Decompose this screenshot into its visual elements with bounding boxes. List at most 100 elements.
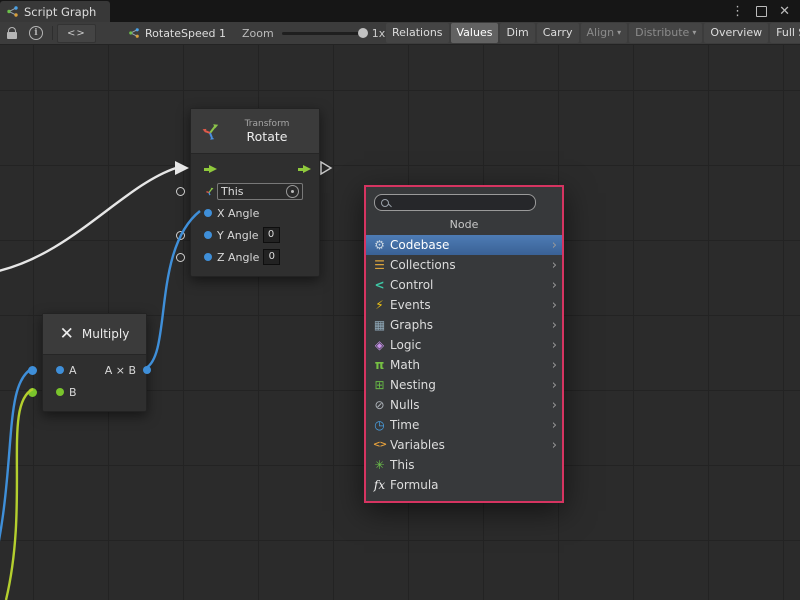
lightning-icon: ⚡ [372, 299, 387, 311]
chevron-down-icon: ▾ [617, 23, 621, 43]
chevron-right-icon: › [552, 439, 557, 452]
finder-item-logic[interactable]: ◈ Logic › [366, 335, 562, 355]
lock-icon [7, 32, 17, 39]
toolbar-buttons: Relations Values Dim Carry Align ▾ Distr… [386, 23, 800, 43]
value-wire-into-b [6, 389, 33, 600]
port-type-dot [56, 388, 64, 396]
finder-item-variables[interactable]: <> Variables › [366, 435, 562, 455]
node-multiply[interactable]: ✕ Multiply A A × B B [42, 313, 147, 412]
finder-item-this[interactable]: ✳ This [366, 455, 562, 475]
finder-item-events[interactable]: ⚡ Events › [366, 295, 562, 315]
flow-output-port[interactable] [298, 165, 311, 173]
chevron-right-icon: › [552, 299, 557, 312]
finder-header: Node [366, 213, 562, 235]
info-button[interactable]: i [24, 22, 48, 44]
graph-breadcrumb[interactable]: RotateSpeed 1 [128, 22, 226, 44]
finder-item-formula[interactable]: fx Formula [366, 475, 562, 495]
z-angle-port-row: Z Angle 0 [191, 246, 319, 268]
chevron-right-icon: › [552, 279, 557, 292]
this-field-value: This [221, 185, 243, 198]
search-field[interactable] [374, 194, 536, 211]
node-title-block: Transform Rotate [227, 119, 319, 144]
more-menu-icon[interactable]: ⋮ [731, 5, 744, 18]
fx-icon: fx [372, 479, 387, 491]
object-picker-icon[interactable] [286, 185, 299, 198]
flow-arrowhead-icon [175, 161, 189, 175]
node-body: A A × B B [43, 355, 146, 411]
input-b-row: B [43, 381, 146, 403]
list-icon: ☰ [372, 259, 387, 271]
node-transform-rotate[interactable]: Transform Rotate [190, 108, 320, 277]
star-icon: ✳ [372, 459, 387, 471]
chevron-right-icon: › [552, 359, 557, 372]
port-label: X Angle [217, 207, 259, 220]
this-port-row: This [191, 180, 319, 202]
y-angle-port-row: Y Angle 0 [191, 224, 319, 246]
chevron-right-icon: › [552, 319, 557, 332]
y-angle-value-field[interactable]: 0 [263, 227, 280, 243]
zoom-slider[interactable] [282, 32, 364, 35]
values-button[interactable]: Values [451, 23, 499, 43]
port-type-dot [204, 231, 212, 239]
zoom-slider-knob[interactable] [358, 28, 368, 38]
this-input-port[interactable] [176, 187, 185, 196]
tab-script-graph[interactable]: Script Graph [0, 1, 110, 22]
brackets-icon: <> [372, 441, 387, 450]
product-output-port[interactable] [143, 366, 151, 374]
finder-item-collections[interactable]: ☰ Collections › [366, 255, 562, 275]
z-angle-value-field[interactable]: 0 [263, 249, 280, 265]
b-input-port[interactable] [28, 388, 37, 397]
flow-port-row [191, 158, 319, 180]
node-header: Transform Rotate [191, 109, 319, 154]
graph-toolbar: i <> RotateSpeed 1 Zoom 1x Relations Val… [0, 22, 800, 45]
zoom-value: 1x [372, 27, 386, 40]
chevron-right-icon: › [552, 339, 557, 352]
script-graph-icon [6, 5, 19, 18]
finder-item-codebase[interactable]: ⚙ Codebase › [366, 235, 562, 255]
tab-title: Script Graph [24, 5, 96, 19]
maximize-icon[interactable] [756, 6, 767, 17]
lock-button[interactable] [0, 22, 24, 44]
finder-item-control[interactable]: < Control › [366, 275, 562, 295]
flow-continue-icon [321, 162, 331, 174]
node-title: Multiply [82, 327, 129, 341]
dim-button[interactable]: Dim [500, 23, 534, 43]
align-dropdown[interactable]: Align ▾ [581, 23, 628, 43]
distribute-dropdown[interactable]: Distribute ▾ [629, 23, 702, 43]
carry-button[interactable]: Carry [537, 23, 579, 43]
value-wire-into-a [0, 368, 33, 589]
finder-item-nesting[interactable]: ⊞ Nesting › [366, 375, 562, 395]
edit-source-button[interactable]: <> [57, 24, 96, 43]
null-icon: ⊘ [372, 399, 387, 411]
port-label: Y Angle [217, 229, 259, 242]
a-input-port[interactable] [28, 366, 37, 375]
finder-item-math[interactable]: π Math › [366, 355, 562, 375]
node-category: Transform [227, 119, 307, 129]
flow-wire [0, 168, 176, 272]
node-header: ✕ Multiply [43, 314, 146, 355]
close-icon[interactable]: ✕ [779, 5, 790, 18]
this-object-field[interactable]: This [217, 183, 303, 200]
port-label: B [69, 386, 77, 399]
chevron-right-icon: › [552, 399, 557, 412]
fullscreen-button[interactable]: Full Screen [770, 23, 800, 43]
finder-item-time[interactable]: ◷ Time › [366, 415, 562, 435]
node-search-input[interactable] [394, 195, 529, 210]
relations-button[interactable]: Relations [386, 23, 449, 43]
finder-item-nulls[interactable]: ⊘ Nulls › [366, 395, 562, 415]
port-label: A [69, 364, 77, 377]
finder-item-graphs[interactable]: ▦ Graphs › [366, 315, 562, 335]
y-angle-input-port[interactable] [176, 231, 185, 240]
info-icon: i [29, 26, 43, 40]
overview-button[interactable]: Overview [704, 23, 768, 43]
input-a-row: A A × B [43, 359, 146, 381]
flow-input-port[interactable] [204, 165, 217, 173]
z-angle-input-port[interactable] [176, 253, 185, 262]
x-angle-input-port[interactable] [204, 209, 212, 217]
output-label: A × B [105, 364, 136, 377]
port-label: Z Angle [217, 251, 259, 264]
gear-icon: ⚙ [372, 239, 387, 251]
control-flow-icon: < [372, 279, 387, 291]
clock-icon: ◷ [372, 419, 387, 431]
finder-list: ⚙ Codebase › ☰ Collections › < Control ›… [366, 235, 562, 501]
